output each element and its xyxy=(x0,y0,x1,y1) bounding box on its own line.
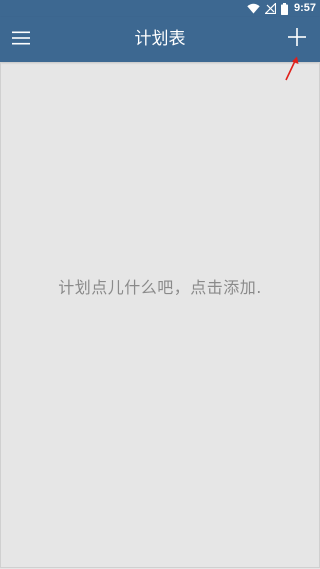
page-title: 计划表 xyxy=(134,29,186,49)
app-bar: 计划表 xyxy=(0,17,320,62)
battery-icon xyxy=(280,2,288,15)
hamburger-menu-icon xyxy=(12,30,30,49)
signal-no-sim-icon xyxy=(264,3,276,14)
status-bar: 9:57 xyxy=(0,0,320,17)
plan-list-area: 计划点儿什么吧，点击添加. xyxy=(0,62,320,568)
wifi-icon xyxy=(247,3,260,14)
plus-icon xyxy=(288,28,306,50)
status-icons: 9:57 xyxy=(247,0,316,17)
menu-button[interactable] xyxy=(4,22,38,56)
empty-state-message: 计划点儿什么吧，点击添加. xyxy=(58,278,262,297)
status-time: 9:57 xyxy=(293,2,316,14)
add-plan-button[interactable] xyxy=(280,22,314,56)
